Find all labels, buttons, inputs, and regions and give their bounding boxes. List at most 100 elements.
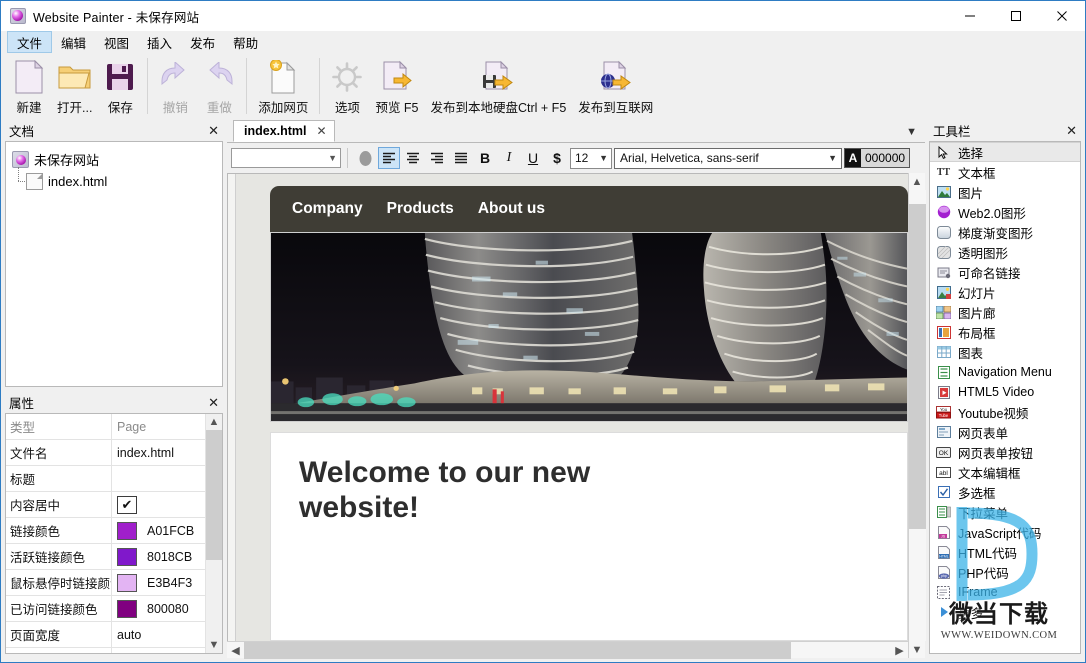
scroll-up-icon[interactable]: ▲ [909,173,926,190]
tab-close-icon[interactable]: ✕ [317,124,327,138]
hero-image[interactable] [270,232,908,422]
scroll-down-icon[interactable]: ▼ [909,641,926,658]
property-row-page-width[interactable]: 页面宽度 auto [6,622,205,648]
welcome-section[interactable]: Welcome to our new website! [270,432,908,641]
maximize-button[interactable] [993,1,1039,31]
font-size-select[interactable]: 12 ▼ [570,147,612,169]
color-swatch[interactable] [117,547,137,566]
toolbar-button-save[interactable]: 保存 [98,56,142,116]
scroll-right-icon[interactable]: ▶ [891,642,908,659]
tool-item-image[interactable]: 图片 [930,182,1080,202]
property-value[interactable]: 800080 [112,596,205,621]
menu-item-insert[interactable]: 插入 [138,31,181,53]
chevron-down-icon[interactable]: ▼ [906,126,917,138]
toolbar-button-open[interactable]: 打开... [51,56,98,116]
toolbar-button-undo[interactable]: 撤销 [153,56,197,116]
property-row-visited-link-color[interactable]: 已访问链接颜色 800080 [6,596,205,622]
tool-item-javascript-code[interactable]: JS JavaScript代码 [930,522,1080,542]
font-family-select[interactable]: Arial, Helvetica, sans-serif ▼ [614,147,842,169]
tool-item-php-code[interactable]: php PHP代码 [930,562,1080,582]
toolbar-button-add-page[interactable]: 添加网页 [252,56,314,116]
tool-item-navigation-menu[interactable]: Navigation Menu [930,362,1080,382]
property-row-center-content[interactable]: 内容居中 ✔ [6,492,205,518]
toolbar-button-publish-internet[interactable]: 发布到互联网 [572,56,659,116]
menu-item-edit[interactable]: 编辑 [52,31,95,53]
text-background-color-icon[interactable] [354,147,376,169]
tool-item-youtube-video[interactable]: You Tube Youtube视频 [930,402,1080,422]
scrollbar-thumb[interactable] [205,430,222,560]
paragraph-style-select[interactable]: ▼ [231,148,341,168]
close-icon[interactable]: ✕ [1064,124,1079,137]
tool-item-text-input[interactable]: abl 文本编辑框 [930,462,1080,482]
hscrollbar-thumb[interactable] [244,641,791,659]
property-row-filename[interactable]: 文件名 index.html [6,440,205,466]
toolbar-button-options[interactable]: 选项 [325,56,369,116]
font-color-picker[interactable]: A 000000 [844,148,911,168]
tool-item-named-anchor[interactable]: 可命名链接 [930,262,1080,282]
nav-link-products[interactable]: Products [387,200,454,218]
tree-item-index[interactable]: index.html [12,167,222,192]
tool-item-text-box[interactable]: TT 文本框 [930,162,1080,182]
properties-scrollbar[interactable]: ▲ ▼ [205,414,222,653]
property-row-hover-link-color[interactable]: 鼠标悬停时链接颜色 E3B4F3 [6,570,205,596]
nav-link-about-us[interactable]: About us [478,200,545,218]
property-row-title[interactable]: 标题 [6,466,205,492]
property-value[interactable] [112,466,205,491]
close-button[interactable] [1039,1,1085,31]
color-swatch[interactable] [117,573,137,592]
bold-button[interactable]: B [474,147,496,169]
tool-item-web-form[interactable]: 网页表单 [930,422,1080,442]
scroll-up-icon[interactable]: ▲ [209,414,220,430]
property-row-active-link-color[interactable]: 活跃链接颜色 8018CB [6,544,205,570]
property-row-page-height[interactable]: 页面高度 auto [6,648,205,653]
property-row-link-color[interactable]: 链接颜色 A01FCB [6,518,205,544]
property-value[interactable]: E3B4F3 [112,570,205,595]
toolbar-button-new[interactable]: 新建 [7,56,51,116]
currency-button[interactable]: $ [546,147,568,169]
vscrollbar-track[interactable] [908,190,926,641]
checkbox-icon[interactable]: ✔ [117,495,137,514]
hscrollbar-track[interactable] [244,641,891,659]
tool-item-layout-box[interactable]: 布局框 [930,322,1080,342]
italic-button[interactable]: I [498,147,520,169]
tree-item-site[interactable]: 未保存网站 [12,148,222,170]
toolbar-button-redo[interactable]: 重做 [197,56,241,116]
tool-item-table[interactable]: 图表 [930,342,1080,362]
property-value[interactable]: A01FCB [112,518,205,543]
align-justify-icon[interactable] [450,147,472,169]
tool-item-dropdown[interactable]: 下拉菜单 [930,502,1080,522]
property-value[interactable]: 8018CB [112,544,205,569]
tool-item-gradient-shape[interactable]: 梯度渐变图形 [930,222,1080,242]
scroll-down-icon[interactable]: ▼ [209,637,220,653]
tool-item-html-code[interactable]: HTML HTML代码 [930,542,1080,562]
tool-item-select[interactable]: 选择 [930,142,1080,162]
tool-item-slideshow[interactable]: 幻灯片 [930,282,1080,302]
property-value[interactable]: index.html [112,440,205,465]
underline-button[interactable]: U [522,147,544,169]
tool-item-web20-shape[interactable]: Web2.0图形 [930,202,1080,222]
tool-item-iframe[interactable]: IFrame [930,582,1080,602]
tool-item-html5-video[interactable]: HTML5 Video [930,382,1080,402]
menu-item-help[interactable]: 帮助 [224,31,267,53]
tool-item-image-gallery[interactable]: 图片廊 [930,302,1080,322]
vscrollbar-thumb[interactable] [908,204,926,529]
tool-item-form-button[interactable]: OK 网页表单按钮 [930,442,1080,462]
align-left-icon[interactable] [378,147,400,169]
tool-item-transparent-shape[interactable]: 透明图形 [930,242,1080,262]
toolbar-button-preview[interactable]: 预览 F5 [369,56,424,116]
align-center-icon[interactable] [402,147,424,169]
nav-link-company[interactable]: Company [292,200,363,218]
property-value[interactable]: auto [112,648,205,653]
align-right-icon[interactable] [426,147,448,169]
page-canvas[interactable]: Company Products About us Welcome to our… [227,173,908,641]
scroll-left-icon[interactable]: ◀ [227,642,244,659]
color-swatch[interactable] [117,599,137,618]
toolbar-button-publish-local[interactable]: 发布到本地硬盘Ctrl + F5 [425,56,573,116]
canvas-horizontal-scrollbar[interactable]: ◀ ▶ [227,641,908,659]
canvas-vertical-scrollbar[interactable]: ▲ ▼ [908,173,926,658]
tool-item-more[interactable]: 更多 [930,602,1080,622]
minimize-button[interactable] [947,1,993,31]
property-value[interactable]: auto [112,622,205,647]
tool-item-checkbox[interactable]: 多选框 [930,482,1080,502]
scrollbar-track[interactable] [205,430,222,637]
